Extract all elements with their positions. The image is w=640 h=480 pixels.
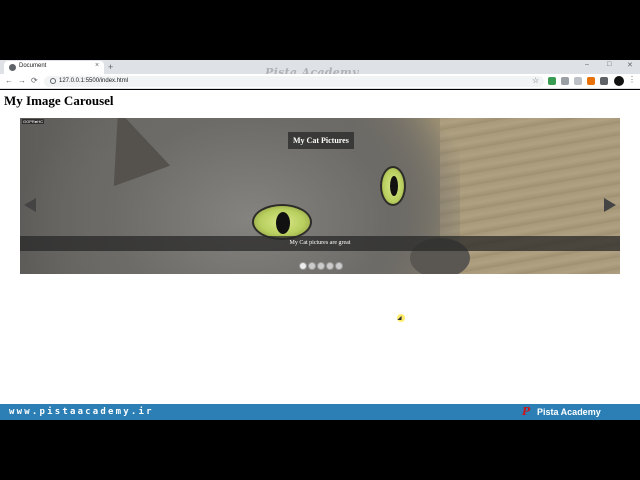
slide-dot[interactable] <box>317 262 325 270</box>
globe-icon <box>9 64 16 71</box>
extension-icon[interactable] <box>574 77 582 85</box>
extension-icon[interactable] <box>548 77 556 85</box>
image-carousel: GOPR●HC My Cat Pictures My Cat pictures … <box>20 118 620 274</box>
banner-url: www.pistaacademy.ir <box>9 407 154 417</box>
slide-dot[interactable] <box>326 262 334 270</box>
url-text: 127.0.0.1:5500/index.html <box>59 78 129 84</box>
cat-eye-left <box>252 204 312 240</box>
window-close-button[interactable]: ✕ <box>627 61 633 69</box>
puzzle-icon[interactable] <box>600 77 608 85</box>
reload-button[interactable]: ⟳ <box>31 76 38 86</box>
address-bar[interactable]: 127.0.0.1:5500/index.html ☆ <box>44 76 544 87</box>
letterbox-bottom <box>0 420 640 480</box>
next-arrow-icon[interactable] <box>604 198 616 212</box>
forward-button[interactable]: → <box>18 76 26 86</box>
banner-brand-name: Pista Academy <box>537 407 601 417</box>
slide-caption: My Cat pictures are great <box>20 236 620 251</box>
extension-icon[interactable] <box>561 77 569 85</box>
cat-eye-right <box>380 166 406 206</box>
bookmark-star-icon[interactable]: ☆ <box>532 76 539 86</box>
tab-close-icon[interactable]: × <box>95 62 99 69</box>
slide-heading: My Cat Pictures <box>288 132 354 149</box>
letterbox-top <box>0 0 640 60</box>
browser-menu-icon[interactable]: ⋮ <box>628 75 636 85</box>
camera-label: GOPR●HC <box>22 119 44 124</box>
page-viewport: My Image Carousel GOPR●HC My Cat Picture… <box>0 90 640 404</box>
browser-tab[interactable]: Document × <box>4 61 104 74</box>
back-button[interactable]: ← <box>5 76 13 86</box>
cat-pupil <box>390 176 398 196</box>
pista-logo-icon: P <box>522 405 531 418</box>
slide-dot[interactable] <box>335 262 343 270</box>
maximize-button[interactable]: □ <box>607 61 611 68</box>
browser-toolbar: ← → ⟳ 127.0.0.1:5500/index.html ☆ ⋮ <box>0 74 640 89</box>
minimize-button[interactable]: – <box>585 61 589 68</box>
cat-pupil <box>276 212 290 234</box>
slide-indicators <box>299 262 343 271</box>
profile-avatar[interactable] <box>614 76 624 86</box>
prev-arrow-icon[interactable] <box>24 198 36 212</box>
footer-banner: www.pistaacademy.ir P Pista Academy <box>0 404 640 420</box>
slide-dot[interactable] <box>308 262 316 270</box>
new-tab-button[interactable]: + <box>108 61 113 73</box>
page-title: My Image Carousel <box>4 93 114 108</box>
tab-title: Document <box>19 63 47 69</box>
info-icon[interactable] <box>50 78 56 84</box>
extension-icon[interactable] <box>587 77 595 85</box>
slide-dot[interactable] <box>299 262 307 270</box>
